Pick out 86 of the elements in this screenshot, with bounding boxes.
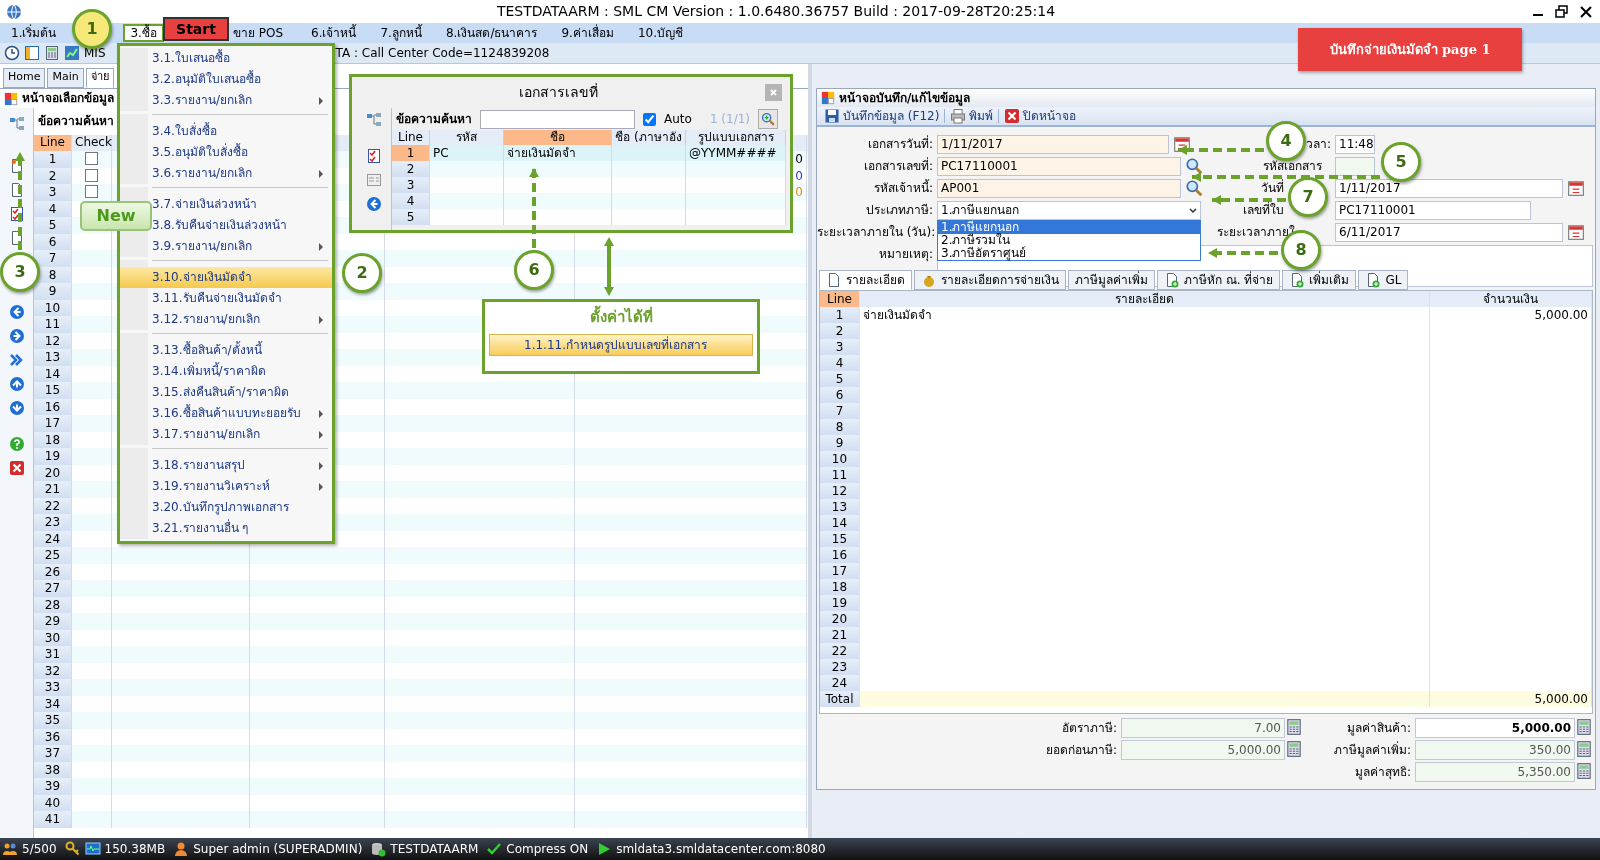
field-label: เอกสารวันที่: <box>866 137 934 152</box>
status-text: TESTDATAARM <box>390 841 479 857</box>
field-label: รหัสเจ้าหนี้: <box>872 181 934 196</box>
status-text: smldata3.smldatacenter.com:8080 <box>616 841 826 857</box>
line-number: 9 <box>34 283 72 300</box>
line-number: 3 <box>34 184 72 201</box>
dialog-title: เอกสารเลขที่ <box>519 84 598 101</box>
search-label: ข้อความค้นหา <box>38 114 114 129</box>
line-number: 23 <box>820 659 860 675</box>
field-label: เอกสารเลขที่: <box>862 159 934 174</box>
line-number: 1 <box>34 151 72 168</box>
line-number: 13 <box>34 349 72 366</box>
total-amount: 5,000.00 <box>1534 692 1588 706</box>
total-label: Total <box>820 691 860 707</box>
line-number: 37 <box>34 745 72 762</box>
field-label: ประเภทภาษี: <box>864 203 934 218</box>
line-number: 5 <box>820 371 860 387</box>
field-label: มูลค่าสุทธิ: <box>1353 765 1412 780</box>
line-number: 5 <box>34 217 72 234</box>
field-label: ภาษีมูลค่าเพิ่ม: <box>1332 743 1412 758</box>
line-number: 10 <box>820 451 860 467</box>
line-number: 3 <box>820 339 860 355</box>
status-text: 150.38MB <box>104 841 166 857</box>
line-number: 2 <box>820 323 860 339</box>
line-number: 17 <box>34 415 72 432</box>
tooltip: New <box>80 201 152 231</box>
line-number: 9 <box>820 435 860 451</box>
field-label: วลา: <box>1305 137 1331 152</box>
line-number: 15 <box>820 531 860 547</box>
line-number: 27 <box>34 580 72 597</box>
page-banner: บันทึกจ่ายเงินมัดจำ page 1 <box>1298 28 1522 71</box>
line-number: 33 <box>34 679 72 696</box>
line-number: 19 <box>34 448 72 465</box>
table-cell: 0 <box>795 185 803 199</box>
field-label: วันที่ <box>1261 181 1284 196</box>
line-number: 1 <box>820 307 860 323</box>
line-number: 4 <box>820 355 860 371</box>
table-cell: 0 <box>795 168 803 183</box>
line-number: 19 <box>820 595 860 611</box>
table-cell: 0 <box>795 152 803 166</box>
status-text: 5/500 <box>22 841 57 857</box>
line-number: 11 <box>34 316 72 333</box>
status-text: Super admin (SUPERADMIN) <box>193 841 363 857</box>
line-number: 7 <box>34 250 72 267</box>
line-number: 20 <box>820 611 860 627</box>
field-label: รหัสเอกสาร <box>1263 159 1322 174</box>
line-number: 13 <box>820 499 860 515</box>
window-title: TESTDATAARM : SML CM Version : 1.0.6480.36757 Build : 2017-09-28T20:25:14 <box>496 3 1056 20</box>
line-number: 12 <box>820 483 860 499</box>
field-label: ระยะเวลาภายใน (วัน): <box>817 225 937 240</box>
field-label: มูลค่าสินค้า: <box>1345 721 1412 736</box>
table-cell: 5,000.00 <box>1534 308 1588 322</box>
status-text: Compress ON <box>506 841 589 857</box>
line-number: 39 <box>34 778 72 795</box>
field-label: อัตราภาษี: <box>1060 721 1118 736</box>
line-number: 23 <box>34 514 72 531</box>
line-number: 17 <box>820 563 860 579</box>
record-count: 1 (1/1) <box>709 111 750 127</box>
line-number: 11 <box>820 467 860 483</box>
line-number: 41 <box>34 811 72 828</box>
search-label: ข้อความค้นหา <box>396 111 472 127</box>
line-number: 35 <box>34 712 72 729</box>
line-number: 25 <box>34 547 72 564</box>
checkbox-label: Auto <box>664 111 692 127</box>
field-label: หมายเหตุ: <box>877 247 934 262</box>
line-number: 6 <box>820 387 860 403</box>
line-number: 8 <box>820 419 860 435</box>
line-number: 22 <box>820 643 860 659</box>
panel-title: หน้าจอเลือกข้อมูล <box>22 91 114 106</box>
line-number: 16 <box>820 547 860 563</box>
field-label: เลขที่ใบ <box>1243 203 1284 218</box>
field-label: ระยะเวลาภายใ <box>1217 225 1295 240</box>
line-number: 7 <box>820 403 860 419</box>
panel-title: หน้าจอบันทึก/แก้ไขข้อมูล <box>839 90 971 106</box>
line-number: 14 <box>820 515 860 531</box>
line-number: 18 <box>820 579 860 595</box>
line-number: 24 <box>820 675 860 691</box>
line-number: 29 <box>34 613 72 630</box>
start-label: Start <box>163 17 229 41</box>
line-number: 21 <box>820 627 860 643</box>
call-center-info: TA : Call Center Code=1124839208 <box>335 45 550 61</box>
table-cell: จ่ายเงินมัดจำ <box>863 308 932 322</box>
field-label: ยอดก่อนภาษี: <box>1044 743 1118 758</box>
line-number: 31 <box>34 646 72 663</box>
line-number: 21 <box>34 481 72 498</box>
line-number: 15 <box>34 382 72 399</box>
